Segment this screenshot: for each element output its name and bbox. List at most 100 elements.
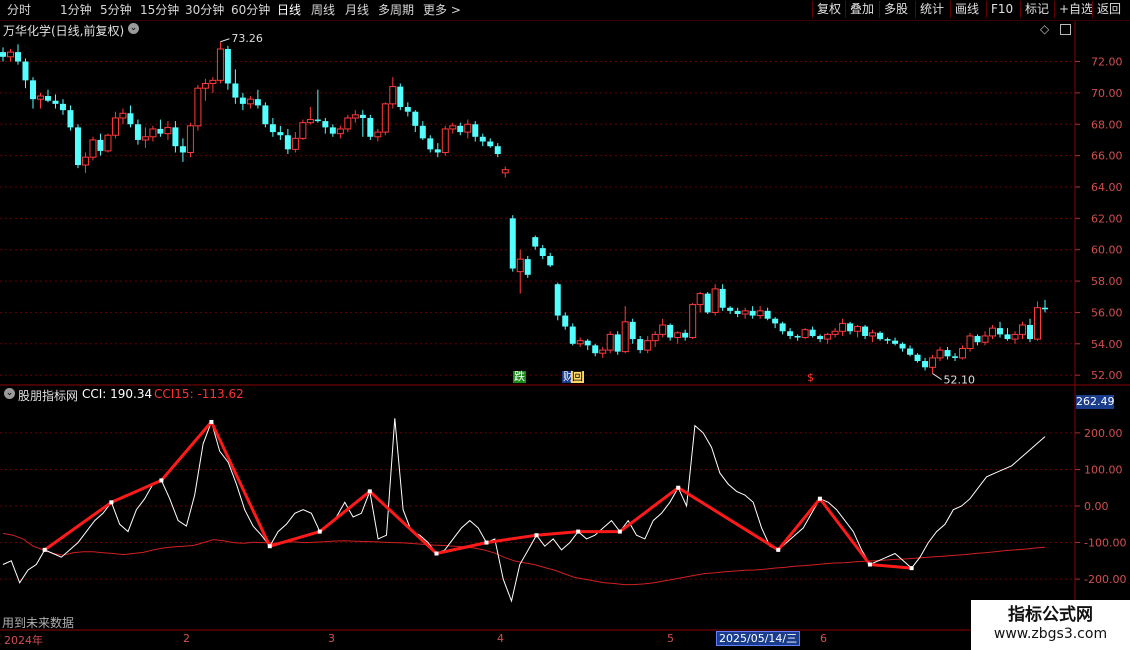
candle-body — [877, 332, 884, 340]
candle-body — [277, 132, 284, 136]
candle-body — [741, 310, 749, 315]
candle-body — [764, 310, 771, 319]
candle-body — [329, 127, 336, 134]
candle-body — [74, 127, 81, 166]
chart-canvas[interactable]: 73.26 52.10 72.00 70.00 68.00 66.00 64.00 62.0… — [0, 0, 1130, 650]
candle-body — [441, 128, 449, 153]
candle-body — [149, 128, 157, 138]
candle-body — [479, 136, 486, 142]
draw-line-button[interactable]: 画线 — [950, 1, 983, 18]
candle-body — [539, 248, 546, 256]
candle-body — [929, 357, 937, 368]
candle-body — [884, 339, 891, 341]
candle-body — [44, 96, 51, 101]
timeline-year: 2024年 — [4, 634, 43, 647]
candle-body — [584, 340, 591, 346]
panel-toggle-icon[interactable] — [1060, 24, 1071, 35]
timeline-month: 3 — [328, 632, 335, 645]
adjust-button[interactable]: 复权 — [812, 1, 845, 18]
candle-body — [322, 121, 329, 128]
candle-body — [141, 136, 149, 141]
price-tick-label: 56.00 — [1091, 306, 1123, 319]
candle-body — [419, 125, 426, 139]
add-watchlist-button[interactable]: +自选 — [1054, 1, 1097, 18]
candle-body — [606, 333, 614, 351]
candle-body — [119, 112, 127, 119]
period-tab-1min[interactable]: 1分钟 — [60, 2, 92, 18]
candle-body — [794, 335, 801, 338]
diamond-icon[interactable]: ◇ — [1040, 22, 1049, 36]
candle-body — [869, 332, 877, 337]
candle-body — [111, 117, 119, 136]
period-tab-60min[interactable]: 60分钟 — [231, 2, 270, 18]
marker-return[interactable]: 回 — [571, 371, 584, 383]
price-tick-label: 62.00 — [1091, 212, 1123, 225]
cci-dot — [776, 547, 781, 552]
period-tab-monthly[interactable]: 月线 — [345, 2, 369, 18]
marker-fall[interactable]: 跌 — [513, 371, 526, 383]
indicator-name[interactable]: 股朋指标网 — [18, 387, 78, 404]
cci-dot — [209, 419, 214, 424]
price-tick-label: 68.00 — [1091, 118, 1123, 131]
multi-stock-button[interactable]: 多股 — [879, 1, 912, 18]
candle-body — [404, 107, 411, 112]
period-tab-multi[interactable]: 多周期 — [378, 2, 414, 18]
candle-body — [186, 125, 194, 153]
low-price-label: 52.10 — [944, 374, 976, 387]
period-tab-5min[interactable]: 5分钟 — [100, 2, 132, 18]
candle-body — [224, 48, 231, 84]
candle-body — [1011, 333, 1019, 340]
current-value-badge: 262.49 — [1076, 395, 1115, 409]
stock-title[interactable]: 万华化学(日线,前复权) — [3, 22, 124, 39]
candle-body — [831, 330, 839, 335]
period-tab-weekly[interactable]: 周线 — [311, 2, 335, 18]
candle-body — [892, 340, 899, 344]
candle-body — [314, 119, 321, 122]
candle-body — [756, 310, 764, 317]
candle-body — [966, 335, 974, 350]
cci-dot — [817, 496, 822, 501]
candle-body — [262, 105, 269, 125]
cci-dot — [267, 544, 272, 549]
candle-body — [201, 82, 209, 89]
period-tab-30min[interactable]: 30分钟 — [185, 2, 224, 18]
candle-body — [674, 332, 682, 339]
candle-body — [682, 332, 689, 338]
candle-body — [516, 258, 524, 273]
chevron-down-icon[interactable]: ⌄ — [4, 388, 15, 399]
period-tab-15min[interactable]: 15分钟 — [140, 2, 179, 18]
candle-body — [22, 61, 29, 81]
candle-body — [239, 97, 246, 104]
candle-body — [89, 139, 97, 158]
candle-body — [299, 122, 307, 139]
more-periods-button[interactable]: 更多 > — [423, 2, 461, 18]
candle-body — [719, 288, 726, 308]
period-tab-daily[interactable]: 日线 — [277, 2, 301, 18]
back-button[interactable]: 返回 — [1092, 1, 1125, 18]
period-tab-timeshare[interactable]: 分时 — [7, 2, 31, 18]
candle-body — [704, 293, 711, 313]
chevron-down-icon[interactable]: ⌄ — [128, 23, 139, 34]
candle-body — [216, 48, 224, 81]
cci-dot — [534, 533, 539, 538]
mark-button[interactable]: 标记 — [1020, 1, 1053, 18]
candle-body — [246, 98, 254, 105]
f10-button[interactable]: F10 — [986, 1, 1017, 18]
cci-dot — [434, 551, 439, 556]
candle-body — [997, 328, 1004, 335]
candle-body — [787, 331, 794, 336]
candle-body — [936, 349, 944, 359]
overlay-button[interactable]: 叠加 — [845, 1, 878, 18]
watermark: 指标公式网 www.zbgs3.com — [971, 600, 1130, 650]
candle-body — [1004, 334, 1011, 340]
candle-body — [344, 117, 352, 130]
marker-dollar[interactable]: $ — [806, 372, 815, 384]
cci-dot — [159, 478, 164, 483]
candle-body — [269, 124, 276, 133]
price-tick-label: 64.00 — [1091, 181, 1123, 194]
timeline-month: 4 — [497, 632, 504, 645]
candle-body — [689, 304, 697, 339]
candle-body — [959, 348, 967, 359]
statistics-button[interactable]: 统计 — [915, 1, 948, 18]
candle-body — [659, 324, 667, 335]
